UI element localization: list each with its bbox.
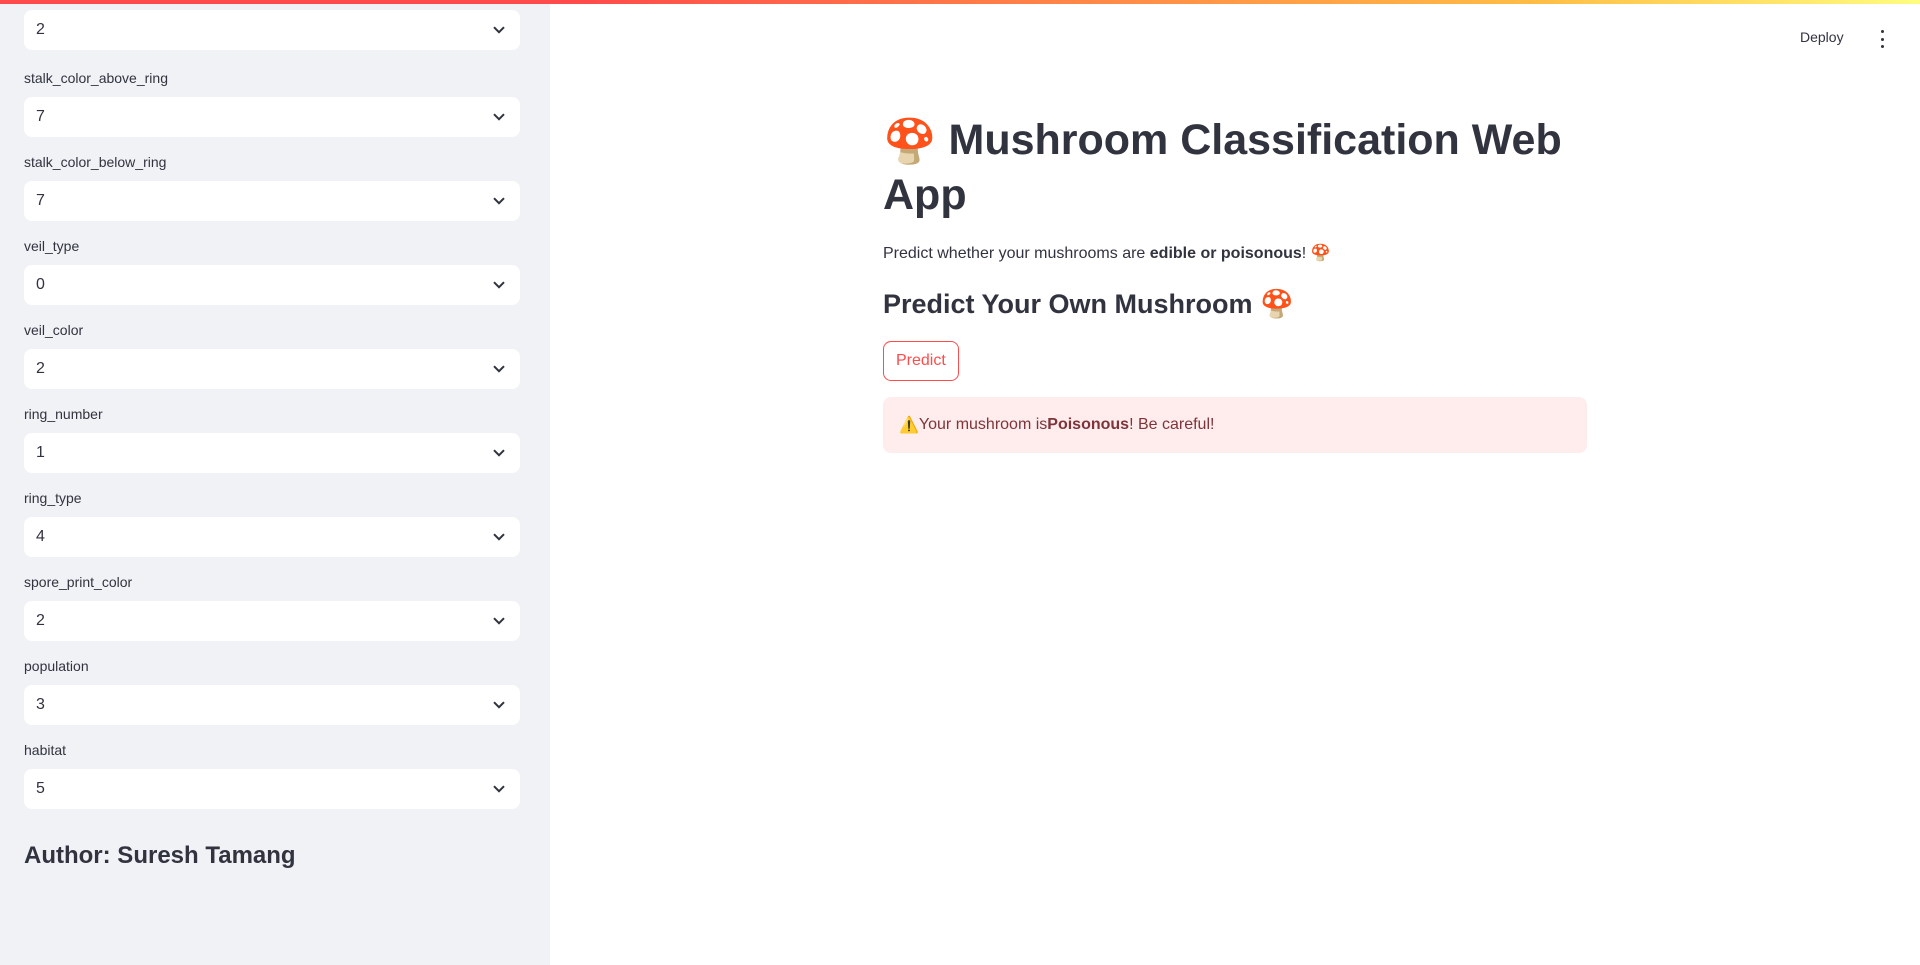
alert-text-end: ! Be careful!	[1129, 416, 1215, 433]
chevron-down-icon	[492, 530, 506, 544]
field-label: habitat	[24, 742, 67, 758]
subtitle-text-end: ! 🍄	[1301, 245, 1331, 262]
select-value: 2	[36, 360, 45, 377]
select-box[interactable]: 1	[24, 433, 520, 473]
chevron-down-icon	[492, 698, 506, 712]
chevron-down-icon	[492, 23, 506, 37]
select-box[interactable]: 2	[24, 349, 520, 389]
warning-icon: ⚠️	[899, 417, 919, 434]
select-field-spore-print-color: spore_print_color 2	[24, 572, 520, 641]
select-box[interactable]: 4	[24, 517, 520, 557]
select-field-stalk-color-above-ring: stalk_color_above_ring 7	[24, 68, 520, 137]
select-value: 7	[36, 108, 45, 125]
field-label: veil_type	[24, 238, 80, 254]
select-value: 1	[36, 444, 45, 461]
select-value: 2	[36, 21, 45, 38]
section-title: Predict Your Own Mushroom 🍄	[883, 289, 1294, 319]
select-box[interactable]: 7	[24, 97, 520, 137]
predict-button[interactable]: Predict	[883, 341, 959, 381]
field-label: stalk_color_below_ring	[24, 154, 167, 170]
select-field: 2	[24, 10, 520, 50]
chevron-down-icon	[492, 362, 506, 376]
subtitle: Predict whether your mushrooms are edibl…	[883, 243, 1331, 263]
mushroom-icon: 🍄	[883, 118, 937, 167]
select-box[interactable]: 2	[24, 601, 520, 641]
select-field-habitat: habitat 5	[24, 740, 520, 809]
field-label: ring_number	[24, 406, 103, 422]
select-field-stalk-color-below-ring: stalk_color_below_ring 7	[24, 152, 520, 221]
deploy-button[interactable]: Deploy	[1800, 29, 1844, 45]
page-title-text: Mushroom Classification Web App	[883, 116, 1562, 220]
field-label: population	[24, 658, 89, 674]
error-alert: ⚠️ Your mushroom is Poisonous! Be carefu…	[883, 397, 1587, 453]
select-value: 0	[36, 276, 45, 293]
select-field-veil-type: veil_type 0	[24, 236, 520, 305]
select-box[interactable]: 5	[24, 769, 520, 809]
select-value: 2	[36, 612, 45, 629]
select-box[interactable]: 3	[24, 685, 520, 725]
author-heading: Author: Suresh Tamang	[24, 842, 296, 869]
chevron-down-icon	[492, 614, 506, 628]
header-decoration-bar	[0, 0, 1920, 4]
select-box[interactable]: 0	[24, 265, 520, 305]
alert-bold: Poisonous	[1047, 416, 1130, 433]
page-title: 🍄 Mushroom Classification Web App	[883, 114, 1587, 222]
field-label: veil_color	[24, 322, 84, 338]
field-label: stalk_color_above_ring	[24, 70, 168, 86]
field-label: spore_print_color	[24, 574, 133, 590]
chevron-down-icon	[492, 278, 506, 292]
sidebar[interactable]: 2 stalk_color_above_ring 7 stalk_color_b…	[0, 0, 550, 965]
select-field-veil-color: veil_color 2	[24, 320, 520, 389]
chevron-down-icon	[492, 446, 506, 460]
select-value: 5	[36, 780, 45, 797]
select-value: 3	[36, 696, 45, 713]
subtitle-bold: edible or poisonous	[1149, 245, 1302, 262]
chevron-down-icon	[492, 782, 506, 796]
select-field-ring-type: ring_type 4	[24, 488, 520, 557]
select-value: 7	[36, 192, 45, 209]
chevron-down-icon	[492, 194, 506, 208]
vertical-ellipsis-icon[interactable]	[1876, 30, 1888, 48]
field-label: ring_type	[24, 490, 82, 506]
select-box[interactable]: 7	[24, 181, 520, 221]
chevron-down-icon	[492, 110, 506, 124]
subtitle-text: Predict whether your mushrooms are	[883, 245, 1150, 262]
select-field-ring-number: ring_number 1	[24, 404, 520, 473]
select-field-population: population 3	[24, 656, 520, 725]
select-value: 4	[36, 528, 45, 545]
select-box[interactable]: 2	[24, 10, 520, 50]
alert-text: Your mushroom is	[918, 416, 1048, 433]
